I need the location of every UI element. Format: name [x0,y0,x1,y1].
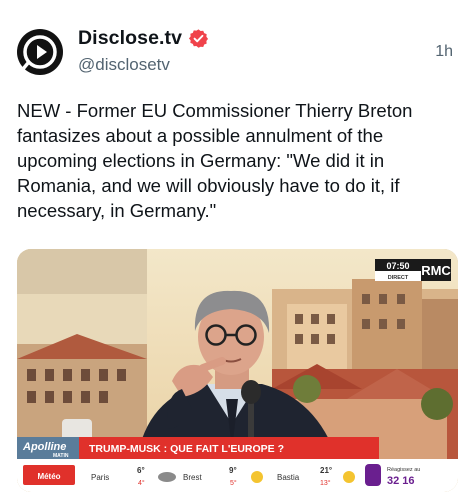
city-high: 6° [137,466,145,475]
weather-label: Météo [37,472,60,481]
sun-icon [343,471,355,483]
city-low: 13° [320,479,331,487]
sun-icon [251,471,263,483]
verified-badge-icon [189,29,209,48]
cloud-icon [158,472,176,482]
display-name[interactable]: Disclose.tv [78,27,182,50]
city-low: 4° [138,479,145,487]
video-thumbnail[interactable]: 07:50 DIRECT RMC Apolline MATIN TRUMP-MU… [17,249,458,492]
cta-text: Réagissez au [387,467,420,473]
cta-number: 32 16 [387,475,415,487]
city-high: 21° [320,466,332,475]
city-name: Brest [183,473,202,482]
show-logo-sub: MATIN [53,453,69,459]
city-name: Bastia [277,473,300,482]
phone-icon [365,464,381,486]
avatar[interactable] [17,29,63,75]
channel-logo: 07:50 DIRECT RMC [375,259,451,281]
post-text: NEW - Former EU Commissioner Thierry Bre… [17,100,413,221]
city-high: 9° [229,466,237,475]
city-low: 5° [230,479,237,487]
live-label: DIRECT [388,275,409,281]
handle[interactable]: @disclosetv [78,55,170,75]
headline-text: TRUMP-MUSK : QUE FAIT L'EUROPE ? [89,443,284,455]
show-logo: Apolline [22,441,66,453]
play-logo-icon [21,35,57,71]
video-frame: 07:50 DIRECT RMC Apolline MATIN TRUMP-MU… [17,249,458,492]
rmc-logo-text: RMC [421,263,451,278]
clock-text: 07:50 [386,261,409,271]
timestamp[interactable]: 1h [435,43,453,61]
city-name: Paris [91,473,109,482]
